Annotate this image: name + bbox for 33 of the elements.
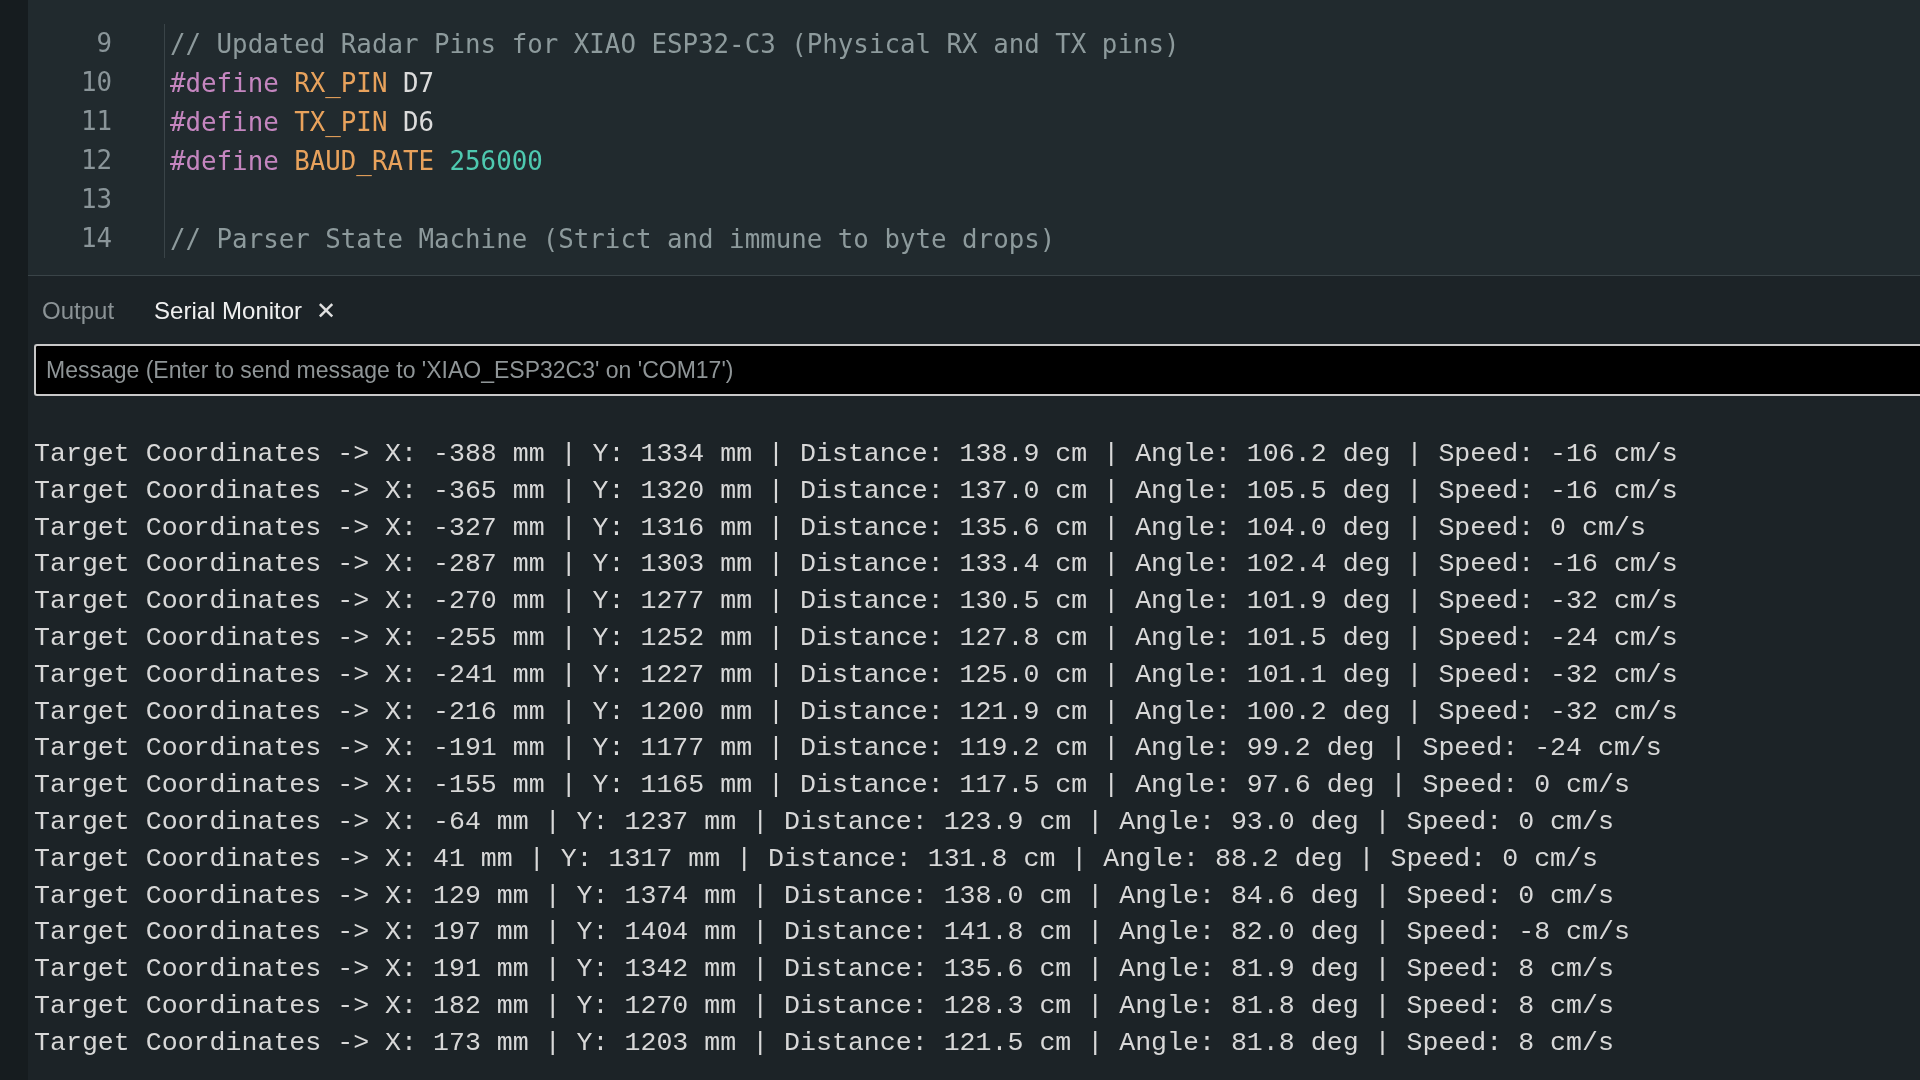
serial-line: Target Coordinates -> X: -255 mm | Y: 1252 mm | Distance: 127.8 cm | Angle: 101.5 deg | Speed: -24 cm/s	[34, 622, 1679, 655]
line-number: 9	[28, 24, 165, 63]
code-line: #define RX_PIN D7	[169, 67, 435, 98]
serial-line: Target Coordinates -> X: -388 mm | Y: 1334 mm | Distance: 138.9 cm | Angle: 106.2 deg | Speed: -16 cm/s	[34, 438, 1679, 471]
serial-line: Target Coordinates -> X: -64 mm | Y: 1237 mm | Distance: 123.9 cm | Angle: 93.0 deg | Speed: 0 cm/s	[34, 805, 1615, 839]
panel-tab[interactable]: Output	[42, 297, 115, 325]
line-number: 14	[28, 219, 165, 258]
line-number: 13	[28, 180, 165, 219]
serial-line: Target Coordinates -> X: -270 mm | Y: 1277 mm | Distance: 130.5 cm | Angle: 101.9 deg | Speed: -32 cm/s	[34, 585, 1679, 619]
close-icon[interactable]: ✕	[316, 297, 337, 325]
code-line: // Parser State Machine (Strict and immune to byte drops)	[169, 223, 1056, 254]
serial-line: Target Coordinates -> X: -155 mm | Y: 1165 mm | Distance: 117.5 cm | Angle: 97.6 deg | Speed: 0 cm/s	[34, 769, 1631, 803]
line-number: 12	[28, 141, 165, 180]
code-editor[interactable]	[28, 0, 1920, 276]
line-number: 11	[28, 102, 165, 141]
serial-line: Target Coordinates -> X: -365 mm | Y: 1320 mm | Distance: 137.0 cm | Angle: 105.5 deg | Speed: -16 cm/s	[34, 474, 1679, 508]
serial-line: Target Coordinates -> X: 182 mm | Y: 1270 mm | Distance: 128.3 cm | Angle: 81.8 deg | Speed: 8 cm/s	[34, 989, 1615, 1023]
code-line: #define BAUD_RATE 256000	[169, 145, 543, 176]
code-line: #define TX_PIN D6	[169, 106, 435, 137]
serial-line: Target Coordinates -> X: 173 mm | Y: 1203 mm | Distance: 121.5 cm | Angle: 81.8 deg | Speed: 8 cm/s	[34, 1026, 1615, 1060]
serial-line: Target Coordinates -> X: 191 mm | Y: 1342 mm | Distance: 135.6 cm | Angle: 81.9 deg | Speed: 8 cm/s	[34, 953, 1615, 987]
message-field[interactable]: Message (Enter to send message to 'XIAO_ESP32C3' on 'COM17')	[34, 344, 1920, 396]
serial-line: Target Coordinates -> X: -287 mm | Y: 1303 mm | Distance: 133.4 cm | Angle: 102.4 deg | Speed: -16 cm/s	[34, 548, 1679, 582]
line-number: 10	[28, 63, 165, 102]
serial-line: Target Coordinates -> X: -216 mm | Y: 1200 mm | Distance: 121.9 cm | Angle: 100.2 deg | Speed: -32 cm/s	[34, 695, 1679, 729]
serial-line: Target Coordinates -> X: 197 mm | Y: 1404 mm | Distance: 141.8 cm | Angle: 82.0 deg | Speed: -8 cm/s	[34, 916, 1631, 950]
serial-line: Target Coordinates -> X: 41 mm | Y: 1317 mm | Distance: 131.8 cm | Angle: 88.2 deg | Speed: 0 cm/s	[34, 842, 1599, 876]
serial-line: Target Coordinates -> X: -191 mm | Y: 1177 mm | Distance: 119.2 cm | Angle: 99.2 deg | Speed: -24 cm/s	[34, 732, 1663, 766]
serial-line: Target Coordinates -> X: -241 mm | Y: 1227 mm | Distance: 125.0 cm | Angle: 101.1 deg | Speed: -32 cm/s	[34, 658, 1679, 692]
code-line: // Updated Radar Pins for XIAO ESP32-C3 (Physical RX and TX pins)	[169, 28, 1180, 59]
serial-line: Target Coordinates -> X: 129 mm | Y: 1374 mm | Distance: 138.0 cm | Angle: 84.6 deg | Speed: 0 cm/s	[34, 879, 1615, 913]
panel-tab[interactable]: Serial Monitor ✕	[154, 297, 337, 325]
serial-line: Target Coordinates -> X: -327 mm | Y: 1316 mm | Distance: 135.6 cm | Angle: 104.0 deg | Speed: 0 cm/s	[34, 511, 1647, 545]
